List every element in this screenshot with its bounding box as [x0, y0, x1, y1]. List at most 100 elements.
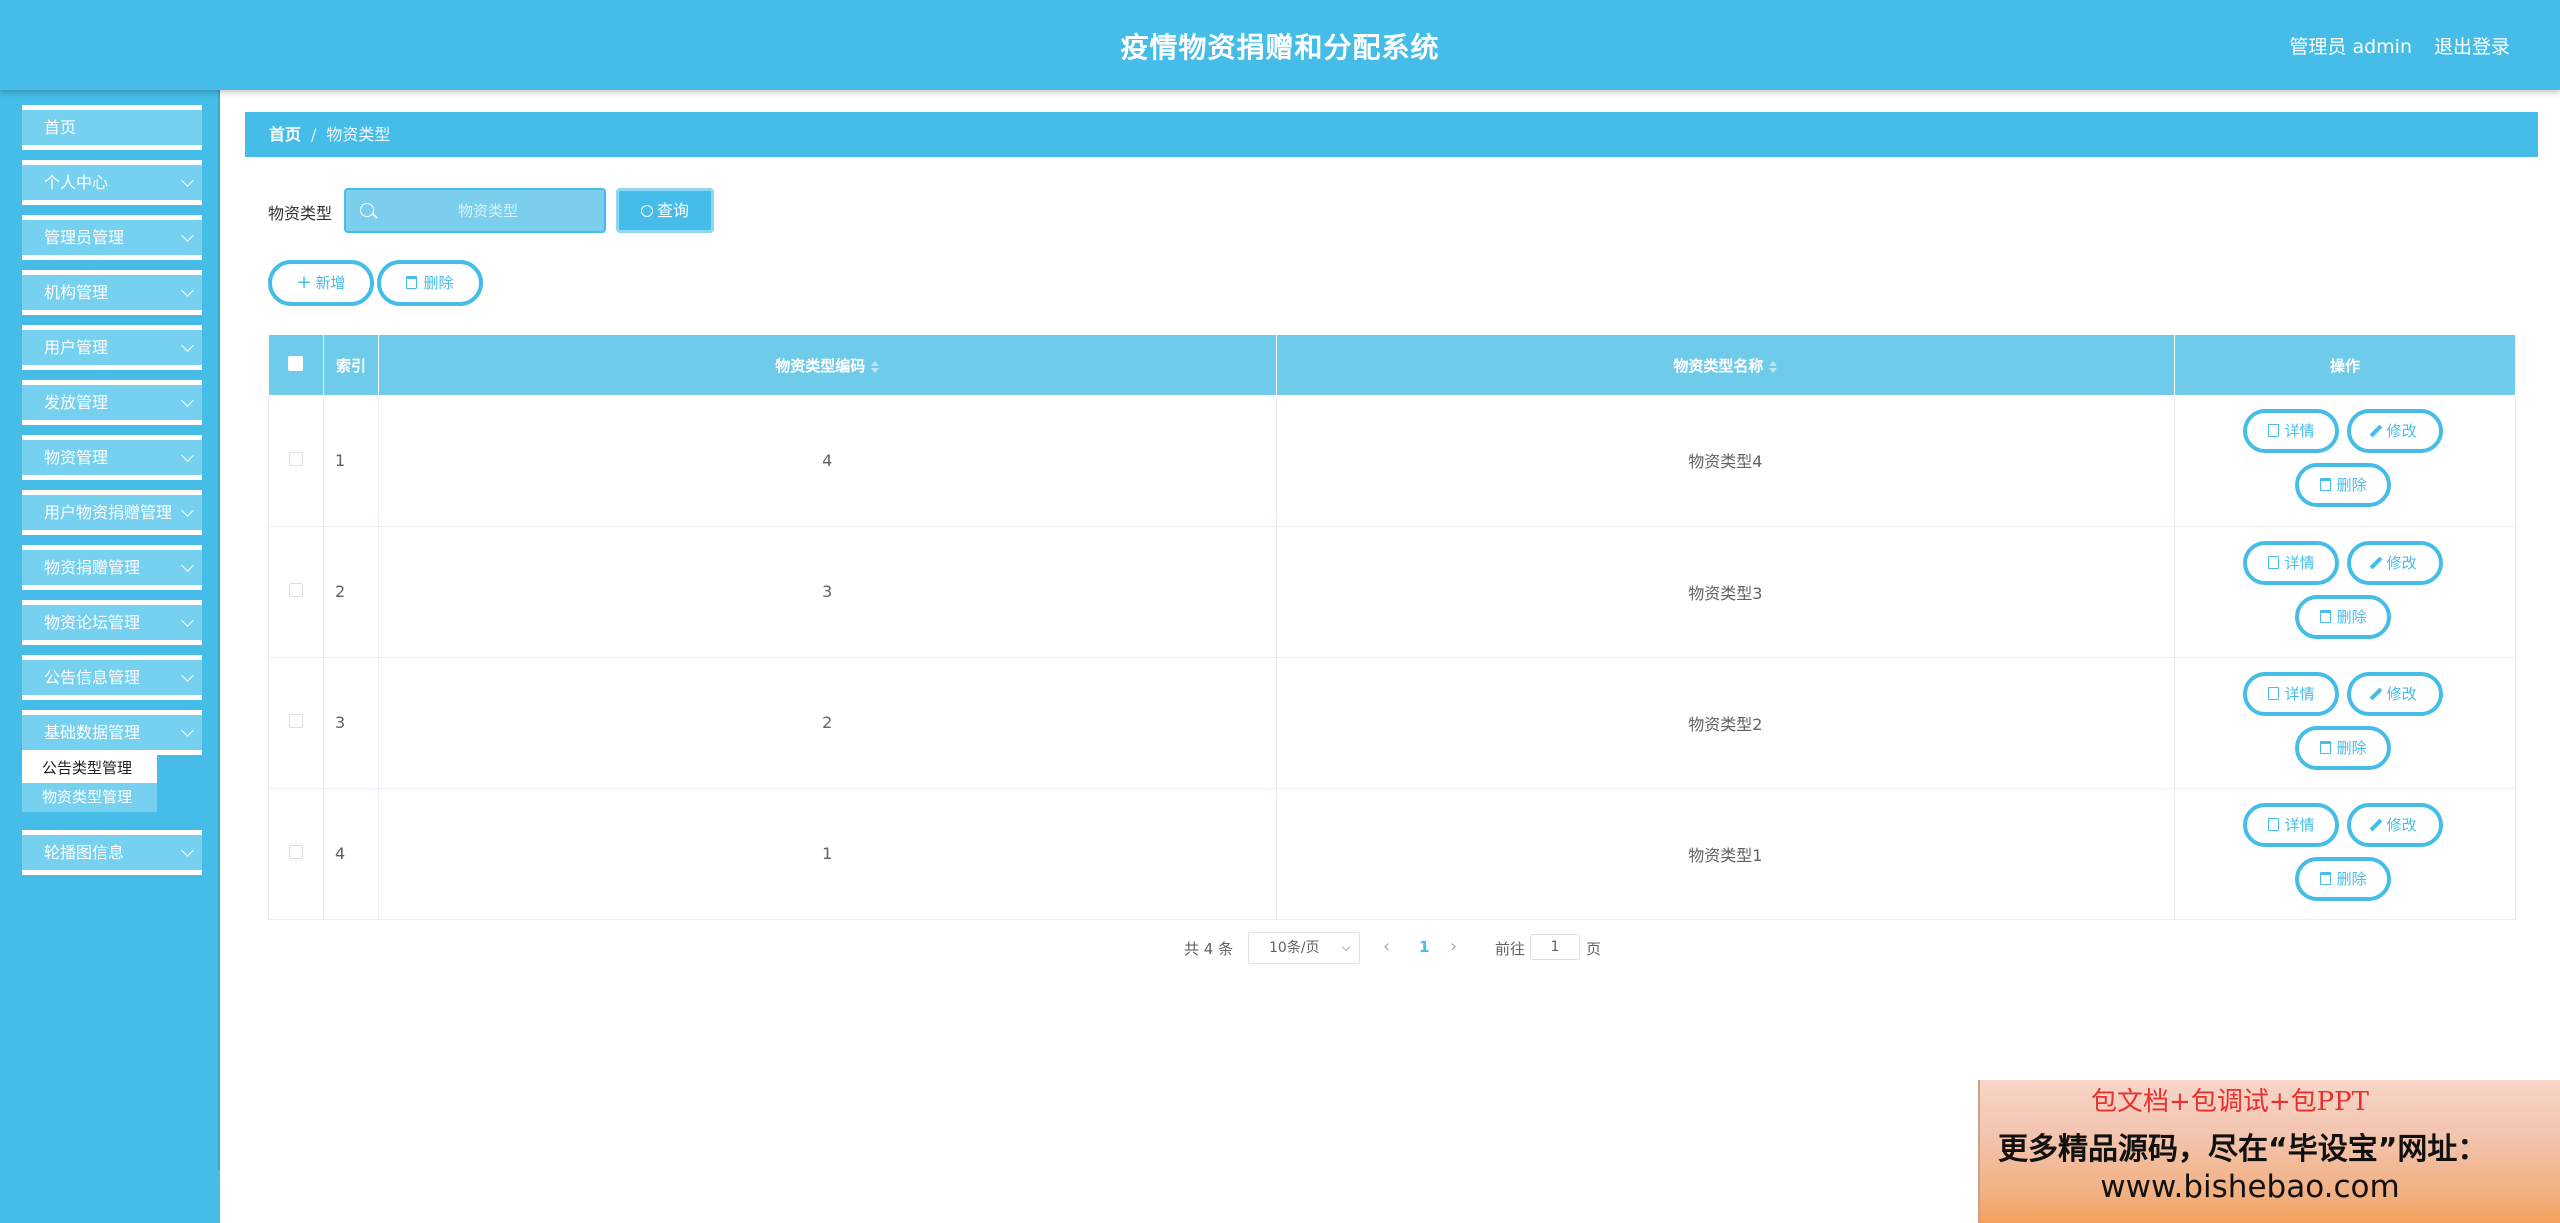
sidebar-item-donation-management[interactable]: 物资捐赠管理 [22, 545, 202, 590]
edit-button[interactable]: 修改 [2347, 671, 2444, 716]
row-delete-button[interactable]: 删除 [2295, 463, 2392, 507]
page-number-1[interactable]: 1 [1419, 938, 1429, 956]
goto-page-input[interactable] [1530, 934, 1580, 960]
sidebar-item-label: 基础数据管理 [44, 723, 141, 742]
row-select-cell [268, 395, 324, 527]
goto-label: 前往 [1495, 940, 1526, 958]
sidebar-item-label: 公告信息管理 [44, 668, 141, 687]
sidebar-item-admin-management[interactable]: 管理员管理 [22, 215, 202, 260]
edit-button[interactable]: 修改 [2347, 540, 2444, 585]
sidebar-item-forum-management[interactable]: 物资论坛管理 [22, 600, 202, 645]
row-name: 物资类型1 [1276, 788, 2176, 920]
detail-button[interactable]: 详情 [2243, 409, 2340, 453]
breadcrumb-current: 物资类型 [326, 125, 391, 144]
row-checkbox[interactable] [288, 583, 303, 597]
select-all-header[interactable] [268, 335, 324, 395]
sidebar-item-label: 物资管理 [44, 448, 109, 467]
chevron-down-icon [181, 394, 194, 407]
chevron-down-icon [1341, 942, 1351, 952]
sidebar-item-label: 管理员管理 [44, 228, 125, 247]
sidebar-item-home[interactable]: 首页 [22, 105, 202, 150]
column-header-index: 索引 [323, 335, 379, 395]
sort-icon[interactable] [871, 360, 880, 373]
sort-icon[interactable] [1769, 360, 1778, 373]
detail-button[interactable]: 详情 [2243, 540, 2340, 585]
submenu-item-supply-type[interactable]: 物资类型管理 [22, 783, 157, 812]
chevron-down-icon [181, 844, 194, 857]
row-code: 2 [378, 657, 1277, 789]
row-delete-button[interactable]: 删除 [2295, 856, 2392, 901]
page-size-value: 10条/页 [1269, 940, 1320, 956]
sidebar: 首页 个人中心 管理员管理 机构管理 用户管理 发放管理 物资管理 用户物资捐赠… [0, 90, 220, 1223]
logout-link[interactable]: 退出登录 [2434, 32, 2510, 59]
pagination: 共 4 条 10条/页 ‹ 1 › 前往 页 [0, 930, 2560, 966]
sidebar-item-user-management[interactable]: 用户管理 [22, 325, 202, 370]
edit-icon [2369, 424, 2382, 438]
promo-line-2: 更多精品源码，尽在“毕设宝”网址： [1998, 1132, 2488, 1167]
document-icon [2267, 424, 2279, 437]
sidebar-item-supplies-management[interactable]: 物资管理 [22, 435, 202, 480]
trash-icon [2319, 478, 2331, 491]
row-index: 1 [323, 395, 379, 527]
search-icon [360, 203, 374, 217]
table-row: 1 4 物资类型4 详情 修改 删除 [268, 395, 2516, 527]
sidebar-item-label: 物资捐赠管理 [44, 558, 141, 577]
sidebar-item-user-donation-management[interactable]: 用户物资捐赠管理 [22, 490, 202, 535]
row-checkbox[interactable] [288, 714, 303, 728]
plus-icon: + [296, 272, 312, 293]
edit-button-label: 修改 [2386, 553, 2417, 572]
chevron-down-icon [181, 614, 194, 627]
query-button-label: 查询 [656, 201, 689, 220]
row-checkbox[interactable] [288, 845, 303, 859]
sidebar-item-label: 首页 [44, 118, 77, 137]
edit-button[interactable]: 修改 [2347, 409, 2444, 453]
sidebar-item-label: 轮播图信息 [44, 843, 125, 862]
sidebar-item-org-management[interactable]: 机构管理 [22, 270, 202, 315]
prev-page-button[interactable]: ‹ [1383, 936, 1390, 957]
sidebar-item-label: 用户管理 [44, 338, 109, 357]
row-index: 3 [323, 657, 379, 789]
add-button[interactable]: + 新增 [268, 260, 374, 306]
row-delete-button[interactable]: 删除 [2295, 725, 2392, 770]
sidebar-item-distribution-management[interactable]: 发放管理 [22, 380, 202, 425]
sidebar-item-base-data-management[interactable]: 基础数据管理 [22, 710, 202, 755]
detail-button-label: 详情 [2284, 815, 2315, 834]
chevron-down-icon [181, 284, 194, 297]
chevron-down-icon [181, 229, 194, 242]
top-header: 疫情物资捐赠和分配系统 管理员 admin 退出登录 [0, 0, 2560, 90]
row-code: 3 [378, 526, 1277, 658]
row-actions: 详情 修改 删除 [2174, 526, 2516, 658]
page-size-select[interactable]: 10条/页 [1248, 932, 1360, 964]
search-input[interactable] [382, 198, 594, 224]
search-label: 物资类型 [268, 204, 333, 223]
sidebar-item-carousel[interactable]: 轮播图信息 [22, 830, 202, 875]
trash-icon [2319, 609, 2331, 623]
next-page-button[interactable]: › [1450, 936, 1457, 957]
table-row: 2 3 物资类型3 详情 修改 删除 [268, 526, 2516, 658]
sidebar-item-personal-center[interactable]: 个人中心 [22, 160, 202, 205]
batch-delete-button[interactable]: 删除 [377, 260, 483, 306]
edit-button-label: 修改 [2386, 815, 2417, 834]
breadcrumb-home[interactable]: 首页 [269, 125, 301, 144]
trash-icon [406, 276, 418, 289]
column-header-code[interactable]: 物资类型编码 [378, 335, 1277, 395]
detail-button[interactable]: 详情 [2243, 802, 2340, 847]
sidebar-item-notice-management[interactable]: 公告信息管理 [22, 655, 202, 700]
table-row: 4 1 物资类型1 详情 修改 删除 [268, 788, 2516, 920]
add-button-label: 新增 [315, 274, 346, 292]
goto-unit-label: 页 [1586, 940, 1602, 958]
detail-button[interactable]: 详情 [2243, 671, 2340, 716]
row-actions: 详情 修改 删除 [2174, 657, 2516, 789]
current-user: 管理员 admin [2289, 36, 2412, 58]
query-button[interactable]: 查询 [616, 188, 714, 233]
chevron-down-icon [181, 504, 194, 517]
detail-button-label: 详情 [2284, 684, 2315, 703]
edit-button[interactable]: 修改 [2347, 802, 2444, 847]
select-all-checkbox[interactable] [288, 355, 304, 371]
row-delete-button[interactable]: 删除 [2295, 594, 2392, 639]
row-checkbox[interactable] [288, 451, 303, 466]
row-actions: 详情 修改 删除 [2174, 395, 2516, 527]
submenu-item-notice-type[interactable]: 公告类型管理 [22, 754, 157, 783]
document-icon [2267, 686, 2279, 700]
column-header-name[interactable]: 物资类型名称 [1276, 335, 2176, 395]
